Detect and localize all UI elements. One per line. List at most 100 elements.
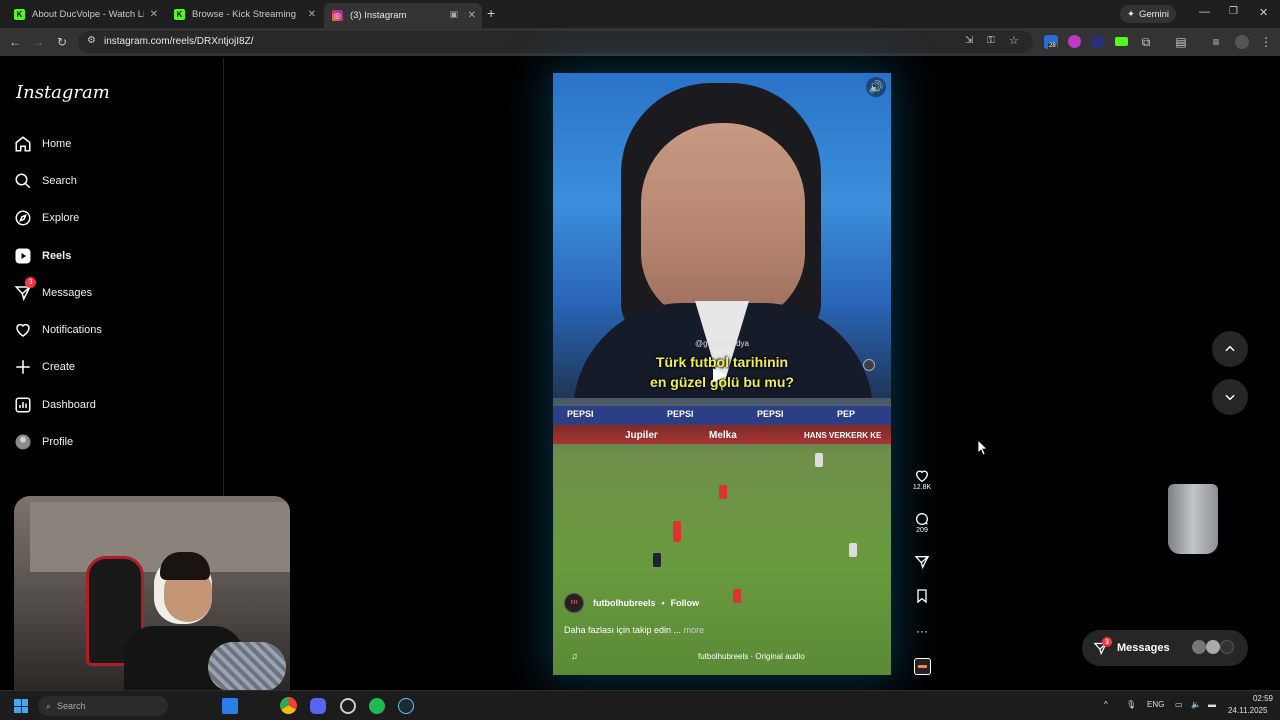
restore-icon[interactable]: ❐ [1229,6,1238,17]
password-key-icon[interactable]: ⚿ [987,35,995,46]
sidebar-item-dashboard[interactable]: Dashboard [14,392,96,418]
extensions-puzzle-icon[interactable]: ⧉ [1138,34,1154,50]
close-tab-icon[interactable]: ✕ [150,9,158,20]
chevron-down-icon [1225,394,1235,401]
new-tab-button[interactable]: + [487,5,495,21]
play-icon[interactable]: ▶ [713,364,727,385]
side-panel-icon[interactable]: ▤ [1173,34,1189,50]
taskbar-search[interactable]: ⌕ Search [38,696,168,716]
network-icon[interactable]: ▭ [1175,700,1183,709]
sidebar-item-home[interactable]: Home [14,131,71,157]
comment-action[interactable]: 209 [912,511,932,534]
messages-pill-label: Messages [1117,642,1170,654]
tab-ducvolpe[interactable]: K About DucVolpe - Watch Live o ✕ [6,3,164,25]
close-tab-icon[interactable]: ✕ [468,10,476,21]
player-red [719,485,727,499]
minimize-icon[interactable]: — [1199,6,1210,18]
bookmark-star-icon[interactable]: ☆ [1009,34,1019,47]
close-window-icon[interactable]: ✕ [1259,6,1268,19]
extension-icon[interactable]: 28 [1044,35,1058,49]
gemini-button[interactable]: ✦ Gemini [1120,5,1176,23]
follow-button[interactable]: Follow [671,598,700,608]
author-username[interactable]: futbolhubreels [593,598,656,608]
spotify-icon[interactable] [369,698,385,714]
save-action[interactable] [912,588,932,604]
next-reel-button[interactable] [1212,379,1248,415]
discord-icon[interactable] [310,698,326,714]
sidebar-item-explore[interactable]: Explore [14,205,79,231]
clock-date[interactable]: 24.11.2025 [1228,706,1267,715]
file-explorer-icon[interactable] [222,698,238,714]
tab-kick-browse[interactable]: K Browse - Kick Streaming ✕ [166,3,322,25]
reload-icon[interactable]: ↻ [54,34,70,50]
reel-audio[interactable]: futbolhubreels · Original audio [698,652,805,661]
more-options-icon[interactable]: ··· [912,624,932,638]
battery-icon[interactable]: ▬ [1208,700,1216,709]
sidebar-item-label: Messages [42,287,93,299]
extension-icon[interactable] [1091,36,1104,48]
chrome-icon[interactable] [280,697,297,714]
comment-icon[interactable] [914,511,930,527]
microphone-icon[interactable]: 🎙 [1126,700,1136,709]
reel-author[interactable]: FH futbolhubreels • Follow [564,593,699,613]
ad-board-text: HANS VERKERK KE [804,431,882,440]
share-action[interactable] [912,554,932,570]
player-white [815,453,823,467]
browser-toolbar: ← → ↻ ⚙ instagram.com/reels/DRXntjojI8Z/… [0,28,1280,56]
sidebar-item-notifications[interactable]: Notifications [14,317,102,343]
reel-studio-scene: 🔊 [553,73,891,413]
heart-icon[interactable] [914,468,930,484]
sidebar-item-messages[interactable]: 3 Messages [14,277,93,306]
share-icon[interactable] [914,554,930,570]
audio-thumbnail-mark [918,665,927,668]
app-icon[interactable] [340,698,356,714]
media-controls-icon[interactable]: ≡ [1208,34,1224,50]
like-action[interactable]: 12.8K [912,468,932,491]
sound-on-icon[interactable]: 🔊 [866,77,886,97]
sidebar-item-label: Search [42,175,77,187]
instagram-logo[interactable]: Instagram [16,82,110,103]
messages-pill-badge: 3 [1102,637,1112,647]
reels-icon [15,248,31,264]
presenter-face [641,123,805,323]
menu-dots-icon[interactable]: ⋮ [1258,34,1274,50]
ad-board-text: PEPSI [567,409,594,419]
kick-logo-icon: K [174,8,185,20]
profile-avatar[interactable] [1235,35,1249,49]
windows-start-icon[interactable] [14,699,28,713]
install-app-icon[interactable]: ⇲ [965,35,973,46]
reel-video[interactable]: 🔊 @golnetmedya Türk futbol tarihinin en … [553,73,891,675]
more-link[interactable]: more [684,625,705,635]
tab-instagram[interactable]: ◎ (3) Instagram ▣ ✕ [324,3,482,28]
tray-chevron-icon[interactable]: ^ [1104,700,1108,709]
author-avatar[interactable]: FH [564,593,584,613]
address-bar[interactable]: ⚙ instagram.com/reels/DRXntjojI8Z/ ⇲ ⚿ ☆ [78,31,1033,53]
plus-icon [16,360,30,374]
previous-reel-button[interactable] [1212,331,1248,367]
messages-pill-button[interactable]: 3 Messages [1082,630,1248,666]
volume-icon[interactable]: 🔈 [1191,700,1201,709]
kick-extension-icon[interactable] [1115,37,1128,46]
heart-icon [16,323,30,337]
sidebar-item-create[interactable]: Create [14,354,75,380]
glass-overlay [1168,484,1218,554]
stadium-ad-boards: PEPSI PEPSI PEPSI PEP Jupiler Melka HANS… [553,406,891,444]
extension-icon[interactable] [1068,35,1081,48]
audio-thumbnail[interactable] [914,658,931,675]
sidebar-item-profile[interactable]: Profile [14,429,73,455]
chart-icon [15,397,31,413]
forward-arrow-icon[interactable]: → [30,34,46,50]
steam-icon[interactable] [398,698,414,714]
clock-time[interactable]: 02:59 [1243,694,1273,703]
language-indicator[interactable]: ENG [1147,700,1164,709]
sidebar-item-search[interactable]: Search [14,168,77,194]
site-info-icon[interactable]: ⚙ [87,35,96,46]
back-arrow-icon[interactable]: ← [7,34,23,50]
close-tab-icon[interactable]: ✕ [308,9,316,20]
player-red [673,528,681,542]
gemini-sparkle-icon: ✦ [1126,8,1135,20]
tab-media-icon[interactable]: ▣ [449,9,458,20]
plaid-pillow [208,642,286,692]
bookmark-icon[interactable] [914,588,930,604]
sidebar-item-reels[interactable]: Reels [14,243,71,269]
